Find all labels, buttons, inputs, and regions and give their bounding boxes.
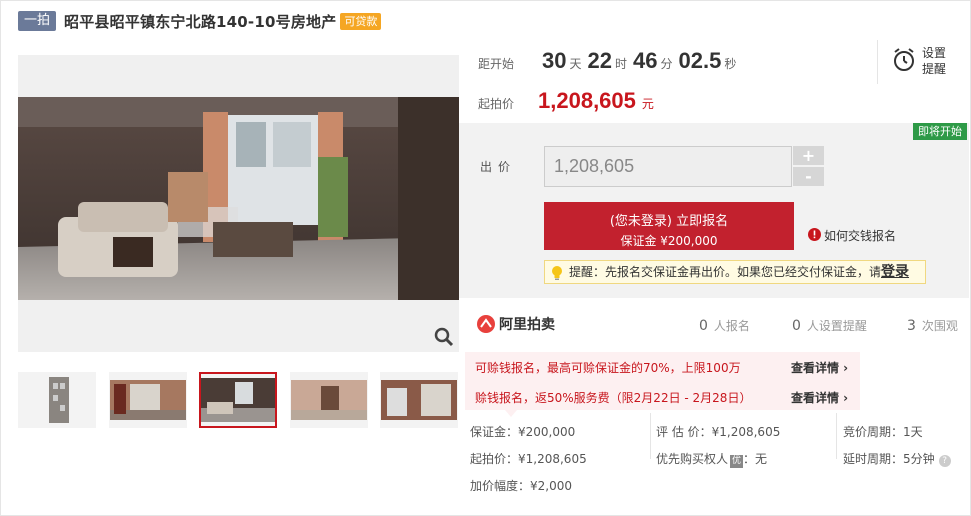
zoom-icon[interactable] <box>433 326 455 348</box>
login-tip: 提醒：先报名交保证金再出价。如果您已经交付保证金，请登录 <box>544 260 926 284</box>
ali-auction-name: 阿里拍卖 <box>499 317 555 333</box>
increment-info: 加价幅度：¥2,000 <box>470 479 572 493</box>
appraisal-info: 评 估 价：¥1,208,605 <box>656 425 781 439</box>
info-icon <box>808 227 821 244</box>
info-divider <box>836 413 837 459</box>
countdown-hours: 22 <box>587 48 612 73</box>
decrease-bid-button[interactable]: - <box>793 167 824 186</box>
promo-line-2: 赊钱报名，返50%服务费（限2月22日 - 2月28日） <box>475 391 752 405</box>
main-image-viewer[interactable] <box>18 55 459 352</box>
thumbnail[interactable] <box>380 372 458 428</box>
start-price-label: 起拍价 <box>478 97 515 111</box>
start-price-unit: 元 <box>641 97 654 111</box>
how-to-pay-label: 如何交钱报名 <box>824 229 897 243</box>
thumbnail-selected[interactable] <box>199 372 277 428</box>
remind-divider <box>877 40 878 84</box>
countdown-minutes-unit: 分 <box>660 57 673 71</box>
bid-label: 出价 <box>480 160 517 174</box>
info-divider <box>650 413 651 459</box>
promo-details-link-2[interactable]: 查看详情 › <box>791 389 848 406</box>
ali-auction-logo: 阿里拍卖 <box>477 314 555 334</box>
signup-count: 0 人报名 <box>699 318 750 334</box>
promo-line-1: 可赊钱报名，最高可赊保证金的70%，上限100万 <box>475 361 741 375</box>
thumbnail-strip <box>18 372 459 428</box>
start-price-row: 起拍价 1,208,605 元 <box>478 88 654 114</box>
set-reminder-label: 设置提醒 <box>922 46 947 76</box>
auction-round-tag: 一拍 <box>18 11 57 31</box>
start-price-value: 1,208,605 <box>538 88 636 113</box>
status-badge: 即将开始 <box>913 123 967 140</box>
countdown-minutes: 46 <box>633 48 658 73</box>
lightbulb-icon <box>550 265 564 288</box>
set-reminder-button[interactable]: 设置提醒 <box>892 45 950 77</box>
countdown: 距开始 30 天 22 时 46 分 02.5 秒 <box>478 48 742 80</box>
page-title: 昭平县昭平镇东宁北路140-10号房地产 <box>64 12 337 31</box>
how-to-pay-link[interactable]: 如何交钱报名 <box>808 227 896 244</box>
thumbnail[interactable] <box>109 372 187 428</box>
countdown-days: 30 <box>542 48 567 73</box>
countdown-label: 距开始 <box>478 57 515 71</box>
alarm-clock-icon <box>892 47 916 76</box>
main-photo <box>18 97 459 300</box>
credit-promo-popup: 可赊钱报名，最高可赊保证金的70%，上限100万 查看详情 › 赊钱报名，返50… <box>465 352 860 417</box>
view-count: 3 次围观 <box>907 318 958 334</box>
promo-pointer <box>505 410 517 417</box>
delay-cycle-info: 延时周期：5分钟? <box>843 450 951 467</box>
countdown-days-unit: 天 <box>569 57 582 71</box>
help-icon[interactable]: ? <box>938 455 951 467</box>
countdown-seconds: 02.5 <box>678 48 722 73</box>
deposit-info: 保证金：¥200,000 <box>470 425 576 439</box>
loan-badge: 可贷款 <box>340 12 382 30</box>
promo-details-link-1[interactable]: 查看详情 › <box>791 359 848 376</box>
bid-amount-input[interactable]: 1,208,605 <box>544 146 792 187</box>
bid-panel: 即将开始 出价 1,208,605 + - (您未登录) 立即报名 保证金 ¥2… <box>459 123 969 298</box>
start-price-info: 起拍价：¥1,208,605 <box>470 452 587 466</box>
countdown-hours-unit: 时 <box>615 57 628 71</box>
countdown-seconds-unit: 秒 <box>724 57 737 71</box>
signup-deposit-label: 保证金 ¥200,000 <box>620 234 718 248</box>
thumbnail[interactable] <box>290 372 368 428</box>
ali-auction-stats: 阿里拍卖 0 人报名 0 人设置提醒 3 次围观 <box>459 305 969 345</box>
tip-text: 提醒：先报名交保证金再出价。如果您已经交付保证金，请 <box>569 265 882 279</box>
priority-buyer-info: 优先购买权人优：无 <box>656 452 768 468</box>
signup-button[interactable]: (您未登录) 立即报名 保证金 ¥200,000 <box>544 202 794 250</box>
signup-button-label: (您未登录) 立即报名 <box>609 214 729 229</box>
bid-cycle-info: 竞价周期：1天 <box>843 425 923 439</box>
increase-bid-button[interactable]: + <box>793 146 824 165</box>
header: 一拍 昭平县昭平镇东宁北路140-10号房地产 可贷款 <box>18 9 382 33</box>
priority-badge: 优 <box>730 455 744 468</box>
reminder-count: 0 人设置提醒 <box>792 318 867 334</box>
login-link[interactable]: 登录 <box>881 264 909 280</box>
thumbnail[interactable] <box>18 372 96 428</box>
